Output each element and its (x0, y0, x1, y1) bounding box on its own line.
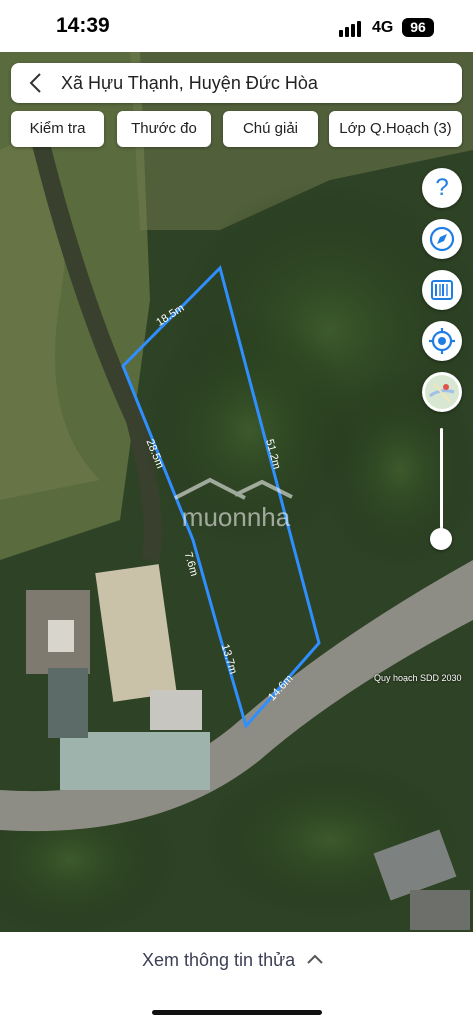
help-icon[interactable]: ? (422, 168, 462, 208)
check-button[interactable]: Kiểm tra (11, 111, 104, 147)
search-bar[interactable]: Xã Hựu Thạnh, Huyện Đức Hòa (11, 63, 462, 103)
status-bar: 14:39 4G 96 (0, 0, 473, 52)
map-layer-icon[interactable] (422, 372, 462, 412)
satellite-map[interactable]: 18.5m 51.2m 14.6m 13.7m 7.6m 28.5m muonn… (0, 52, 473, 932)
edge-label-51.2m: 51.2m (263, 438, 283, 471)
network-type: 4G (372, 19, 394, 36)
bottom-panel[interactable]: Xem thông tin thửa (0, 932, 473, 1024)
zoom-slider-thumb[interactable] (430, 528, 452, 550)
watermark-logo: muonnha (174, 477, 293, 532)
battery-icon: 96 (402, 18, 434, 37)
compass-icon[interactable] (422, 219, 462, 259)
home-indicator[interactable] (152, 1010, 322, 1015)
parcel-info-toggle[interactable]: Xem thông tin thửa (142, 950, 295, 971)
edge-label-18.5m: 18.5m (154, 302, 186, 329)
zoom-slider-track[interactable] (440, 428, 443, 540)
planning-layer-caption: Quy hoạch SDD 2030 (374, 673, 462, 683)
locate-icon[interactable] (422, 321, 462, 361)
edge-label-28.5m: 28.5m (143, 437, 166, 470)
parcel-overlay[interactable]: 18.5m 51.2m 14.6m 13.7m 7.6m 28.5m muonn… (0, 52, 473, 932)
measure-button[interactable]: Thước đo (117, 111, 211, 147)
edge-label-14.6m: 14.6m (266, 673, 295, 704)
barcode-icon[interactable] (422, 270, 462, 310)
legend-button[interactable]: Chú giải (223, 111, 318, 147)
watermark-text: muonnha (182, 502, 291, 532)
chevron-left-icon[interactable] (25, 72, 47, 94)
location-title: Xã Hựu Thạnh, Huyện Đức Hòa (61, 73, 318, 93)
cellular-signal-icon (339, 19, 365, 37)
clock: 14:39 (56, 14, 110, 37)
edge-label-13.7m: 13.7m (219, 643, 239, 676)
chevron-up-icon[interactable] (305, 951, 325, 967)
planning-layer-button[interactable]: Lớp Q.Hoạch (3) (329, 111, 462, 147)
